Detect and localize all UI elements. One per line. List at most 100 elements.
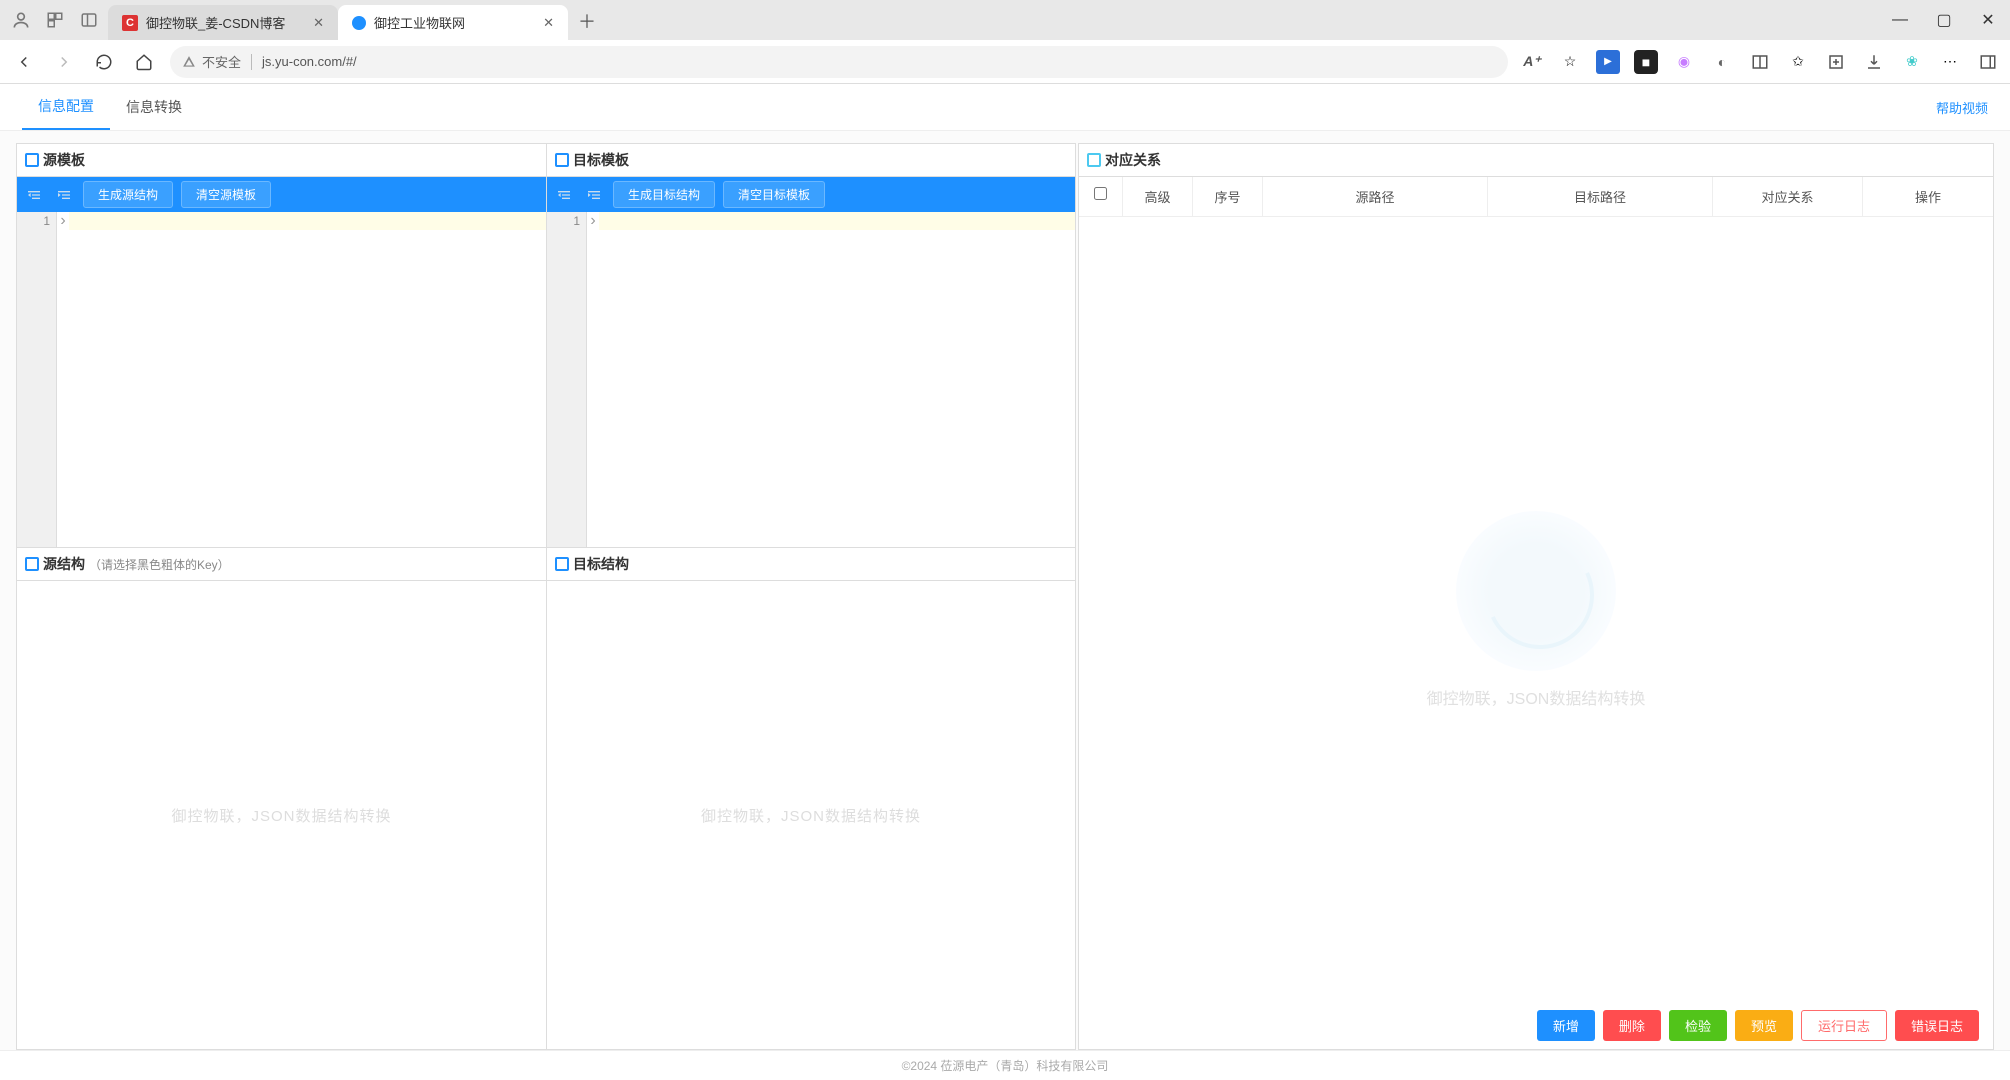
indent-icon[interactable] xyxy=(583,184,605,206)
downloads-icon[interactable] xyxy=(1862,50,1886,74)
panel-title: 源模板 xyxy=(43,150,85,170)
relation-table-body: 御控物联，JSON数据结构转换 xyxy=(1079,217,1993,1002)
source-editor[interactable]: 1 › xyxy=(17,212,546,547)
indent-icon[interactable] xyxy=(53,184,75,206)
collections-icon[interactable] xyxy=(1824,50,1848,74)
extension-icon-3[interactable]: ◉ xyxy=(1672,50,1696,74)
tab-strip: C 御控物联_姜-CSDN博客 ✕ 御控工业物联网 ✕ ＋ xyxy=(108,0,606,40)
page-content: 信息配置 信息转换 帮助视频 源模板 生成源结构 清空源模板 xyxy=(0,84,2010,1080)
relation-table-header: 高级 序号 源路径 目标路径 对应关系 操作 xyxy=(1079,177,1993,217)
back-button[interactable] xyxy=(10,48,38,76)
action-bar: 新增 删除 检验 预览 运行日志 错误日志 xyxy=(1079,1002,1993,1049)
close-window-button[interactable]: ✕ xyxy=(1966,0,2010,40)
refresh-button[interactable] xyxy=(90,48,118,76)
source-template-panel: 源模板 生成源结构 清空源模板 1 › xyxy=(16,143,546,548)
editor-line[interactable] xyxy=(69,212,546,230)
security-warning[interactable]: 不安全 xyxy=(182,52,241,71)
extension-icon-1[interactable]: ▶ xyxy=(1596,50,1620,74)
panel-icon xyxy=(1087,153,1101,167)
favicon-csdn: C xyxy=(122,15,138,31)
target-editor[interactable]: 1 › xyxy=(547,212,1075,547)
maximize-button[interactable]: ▢ xyxy=(1922,0,1966,40)
add-button[interactable]: 新增 xyxy=(1537,1010,1595,1041)
tab-csdn[interactable]: C 御控物联_姜-CSDN博客 ✕ xyxy=(108,5,338,40)
tab-title: 御控工业物联网 xyxy=(374,13,465,32)
clear-source-template-button[interactable]: 清空源模板 xyxy=(181,181,271,208)
extension-icon-2[interactable]: ■ xyxy=(1634,50,1658,74)
panel-icon xyxy=(555,153,569,167)
new-tab-button[interactable]: ＋ xyxy=(568,2,606,40)
favorites-bar-icon[interactable]: ✩ xyxy=(1786,50,1810,74)
clear-target-template-button[interactable]: 清空目标模板 xyxy=(723,181,825,208)
generate-source-struct-button[interactable]: 生成源结构 xyxy=(83,181,173,208)
watermark-text: 御控物联，JSON数据结构转换 xyxy=(701,805,921,826)
workspace-icon[interactable] xyxy=(44,9,66,31)
delete-button[interactable]: 删除 xyxy=(1603,1010,1661,1041)
panel-toggle-icon[interactable] xyxy=(78,9,100,31)
sidebar-toggle-icon[interactable] xyxy=(1976,50,2000,74)
th-checkbox xyxy=(1079,177,1123,216)
user-icon[interactable] xyxy=(10,9,32,31)
fold-gutter[interactable]: › xyxy=(57,212,69,547)
tab-yukon[interactable]: 御控工业物联网 ✕ xyxy=(338,5,568,40)
security-label: 不安全 xyxy=(202,52,241,71)
watermark-text: 御控物联，JSON数据结构转换 xyxy=(171,805,391,826)
panel-icon xyxy=(25,153,39,167)
panel-icon xyxy=(555,557,569,571)
read-aloud-icon[interactable]: A⁺ xyxy=(1520,50,1544,74)
panel-title: 目标模板 xyxy=(573,150,629,170)
minimize-button[interactable]: ― xyxy=(1878,0,1922,40)
target-toolbar: 生成目标结构 清空目标模板 xyxy=(547,177,1075,212)
check-button[interactable]: 检验 xyxy=(1669,1010,1727,1041)
watermark-text: 御控物联，JSON数据结构转换 xyxy=(1427,685,1646,709)
url-separator xyxy=(251,54,252,70)
url-input[interactable]: 不安全 js.yu-con.com/#/ xyxy=(170,46,1508,78)
outdent-icon[interactable] xyxy=(553,184,575,206)
extension-icon-5[interactable]: ❀ xyxy=(1900,50,1924,74)
address-bar: 不安全 js.yu-con.com/#/ A⁺ ☆ ▶ ■ ◉ ◐ ✩ ❀ ⋯ xyxy=(0,40,2010,84)
relation-panel: 对应关系 高级 序号 源路径 目标路径 对应关系 操作 御控物联，JSON数据结… xyxy=(1078,143,1994,1050)
close-icon[interactable]: ✕ xyxy=(313,15,324,31)
generate-target-struct-button[interactable]: 生成目标结构 xyxy=(613,181,715,208)
target-template-panel: 目标模板 生成目标结构 清空目标模板 1 › xyxy=(546,143,1076,548)
target-struct-panel: 目标结构 御控物联，JSON数据结构转换 xyxy=(546,548,1076,1050)
th-relation: 对应关系 xyxy=(1713,177,1863,216)
errlog-button[interactable]: 错误日志 xyxy=(1895,1010,1979,1041)
copyright: ©2024 莅源电产（青岛）科技有限公司 xyxy=(902,1059,1109,1073)
target-struct-body: 御控物联，JSON数据结构转换 xyxy=(547,581,1075,1049)
th-seq: 序号 xyxy=(1193,177,1263,216)
th-dst-path: 目标路径 xyxy=(1488,177,1713,216)
close-icon[interactable]: ✕ xyxy=(543,15,554,31)
titlebar: C 御控物联_姜-CSDN博客 ✕ 御控工业物联网 ✕ ＋ ― ▢ ✕ xyxy=(0,0,2010,40)
panel-title: 源结构 xyxy=(43,554,85,574)
source-toolbar: 生成源结构 清空源模板 xyxy=(17,177,546,212)
tab-info-config[interactable]: 信息配置 xyxy=(22,84,110,130)
th-operation: 操作 xyxy=(1863,177,1993,216)
line-number: 1 xyxy=(43,214,50,228)
panel-title: 目标结构 xyxy=(573,554,629,574)
select-all-checkbox[interactable] xyxy=(1094,187,1107,200)
preview-button[interactable]: 预览 xyxy=(1735,1010,1793,1041)
home-button[interactable] xyxy=(130,48,158,76)
help-video-link[interactable]: 帮助视频 xyxy=(1936,98,1988,117)
extension-icon-4[interactable]: ◐ xyxy=(1710,50,1734,74)
tab-info-convert[interactable]: 信息转换 xyxy=(110,85,198,129)
source-struct-panel: 源结构 （请选择黑色粗体的Key） 御控物联，JSON数据结构转换 xyxy=(16,548,546,1050)
url-text: js.yu-con.com/#/ xyxy=(262,54,357,69)
browser-chrome: C 御控物联_姜-CSDN博客 ✕ 御控工业物联网 ✕ ＋ ― ▢ ✕ 不安全 xyxy=(0,0,2010,84)
forward-button[interactable] xyxy=(50,48,78,76)
split-screen-icon[interactable] xyxy=(1748,50,1772,74)
line-number: 1 xyxy=(573,214,580,228)
workspace: 源模板 生成源结构 清空源模板 1 › xyxy=(0,131,2010,1050)
footer: ©2024 莅源电产（青岛）科技有限公司 xyxy=(0,1050,2010,1080)
favorite-icon[interactable]: ☆ xyxy=(1558,50,1582,74)
watermark-logo xyxy=(1456,511,1616,671)
outdent-icon[interactable] xyxy=(23,184,45,206)
runlog-button[interactable]: 运行日志 xyxy=(1801,1010,1887,1041)
th-advanced: 高级 xyxy=(1123,177,1193,216)
more-icon[interactable]: ⋯ xyxy=(1938,50,1962,74)
page-tabs: 信息配置 信息转换 帮助视频 xyxy=(0,84,2010,131)
panel-icon xyxy=(25,557,39,571)
fold-gutter[interactable]: › xyxy=(587,212,599,547)
editor-line[interactable] xyxy=(599,212,1075,230)
